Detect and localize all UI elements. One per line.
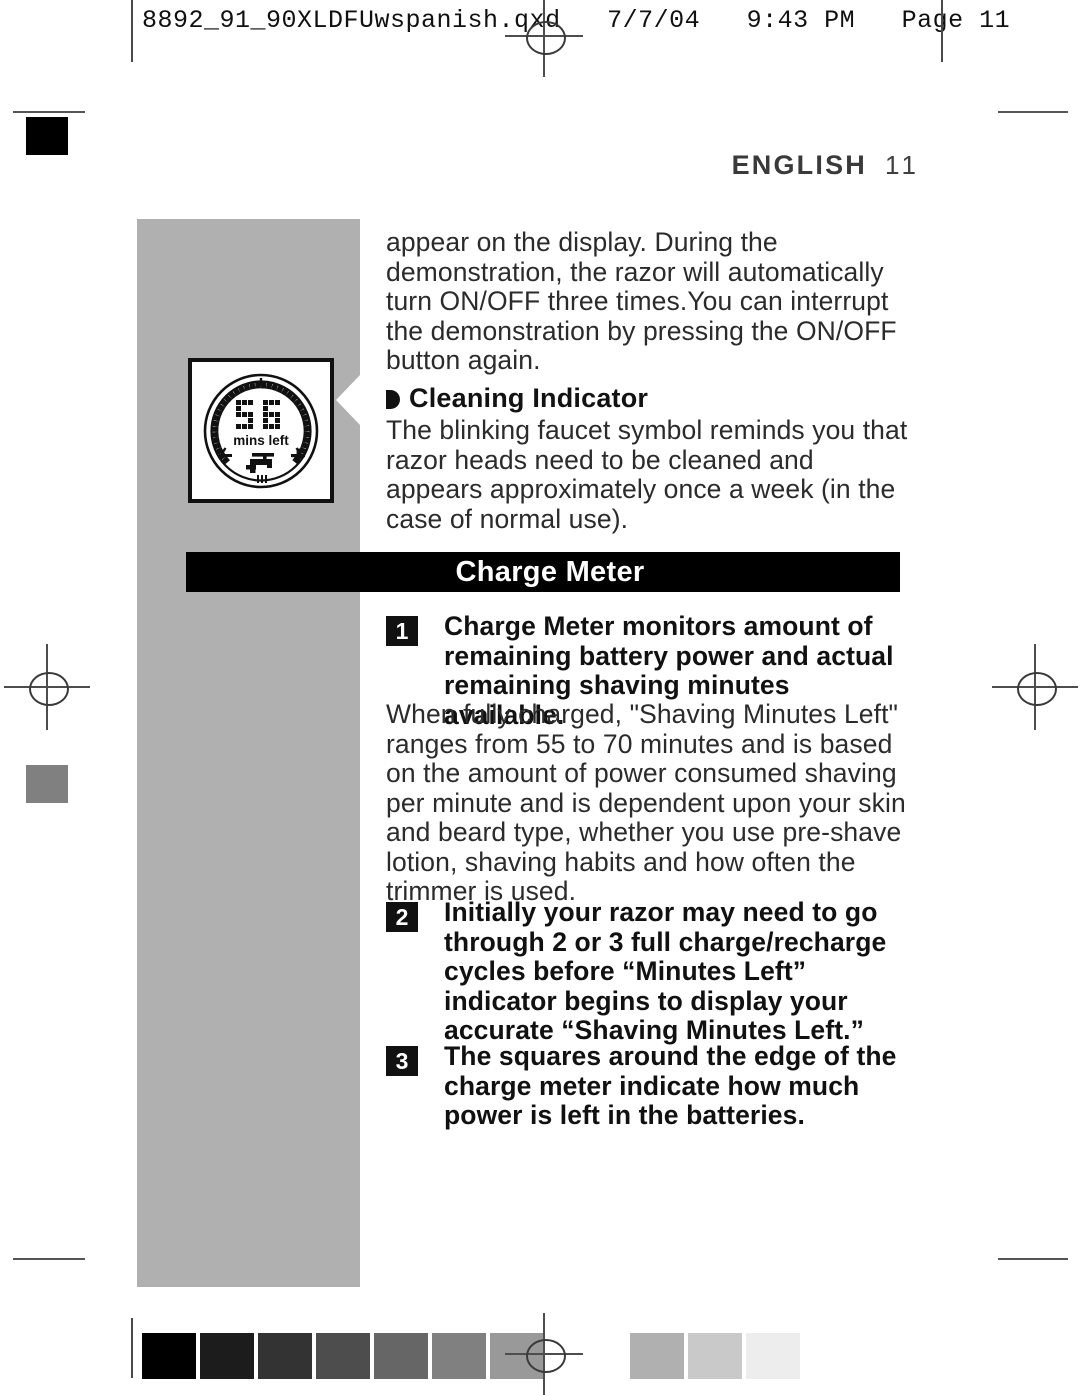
step-text: Initially your razor may need to go thro… <box>444 897 887 1045</box>
calibration-swatch <box>142 1333 196 1379</box>
calibration-swatch <box>200 1333 254 1379</box>
reg-circle <box>1017 672 1057 706</box>
language-label: ENGLISH <box>731 150 867 180</box>
printer-slug: 8892_91_90XLDFUwspanish.qxd 7/7/04 9:43 … <box>142 4 1080 38</box>
list-item: 3 The squares around the edge of the cha… <box>386 1041 916 1131</box>
bottom-slug-rule <box>131 1318 133 1378</box>
charge-meter-svg: mins left <box>203 373 319 488</box>
registration-mark-top <box>505 0 583 77</box>
step-number-badge: 2 <box>386 902 418 932</box>
calibration-swatch <box>374 1333 428 1379</box>
charge-meter-illustration: mins left <box>188 358 334 503</box>
step-number-badge: 1 <box>386 616 418 646</box>
cleaning-indicator-heading-text: Cleaning Indicator <box>409 383 649 413</box>
charge-meter-banner: Charge Meter <box>186 552 900 592</box>
minus-icon <box>219 453 232 457</box>
page-title: ENGLISH 11 <box>380 150 920 181</box>
charge-meter-detail-paragraph: When fully charged, "Shaving Minutes Lef… <box>386 699 906 906</box>
minutes-digits <box>236 399 280 429</box>
calibration-strip <box>142 1333 800 1379</box>
cleaning-indicator-section: Cleaning Indicator The blinking faucet s… <box>386 383 916 534</box>
top-right-rule <box>998 111 1068 113</box>
calibration-swatch <box>316 1333 370 1379</box>
charge-meter-dial: mins left <box>199 369 323 493</box>
step-text: The squares around the edge of the charg… <box>444 1041 897 1130</box>
printer-slug-text: 8892_91_90XLDFUwspanish.qxd 7/7/04 9:43 … <box>142 6 1011 35</box>
reg-circle <box>29 672 69 706</box>
page-number: 11 <box>885 150 920 180</box>
bullet-triangle-icon <box>386 390 400 409</box>
calibration-swatch <box>630 1333 684 1379</box>
charge-segments <box>210 380 312 465</box>
mins-left-caption: mins left <box>233 433 289 448</box>
top-left-rule <box>13 111 85 113</box>
margin-swatch-mid-left <box>26 765 68 803</box>
charge-meter-banner-title: Charge Meter <box>455 556 645 588</box>
reg-circle <box>526 21 566 55</box>
registration-mark-left <box>4 644 90 730</box>
slug-rule-left <box>131 0 133 62</box>
list-item: 2 Initially your razor may need to go th… <box>386 897 916 1046</box>
callout-pointer-icon <box>336 374 361 426</box>
registration-mark-right <box>992 644 1078 730</box>
bottom-left-rule <box>13 1258 85 1260</box>
slug-rule-right <box>941 0 943 62</box>
bottom-right-rule <box>998 1258 1068 1260</box>
step-number-badge: 3 <box>386 1046 418 1076</box>
margin-swatch-top-left <box>26 117 68 155</box>
cleaning-indicator-heading: Cleaning Indicator <box>386 383 916 414</box>
reg-circle <box>526 1339 566 1373</box>
intro-paragraph: appear on the display. During the demons… <box>386 227 897 375</box>
cleaning-indicator-text: The blinking faucet symbol reminds you t… <box>386 415 908 534</box>
calibration-swatch <box>746 1333 800 1379</box>
calibration-swatch <box>688 1333 742 1379</box>
calibration-swatch <box>258 1333 312 1379</box>
calibration-swatch <box>432 1333 486 1379</box>
